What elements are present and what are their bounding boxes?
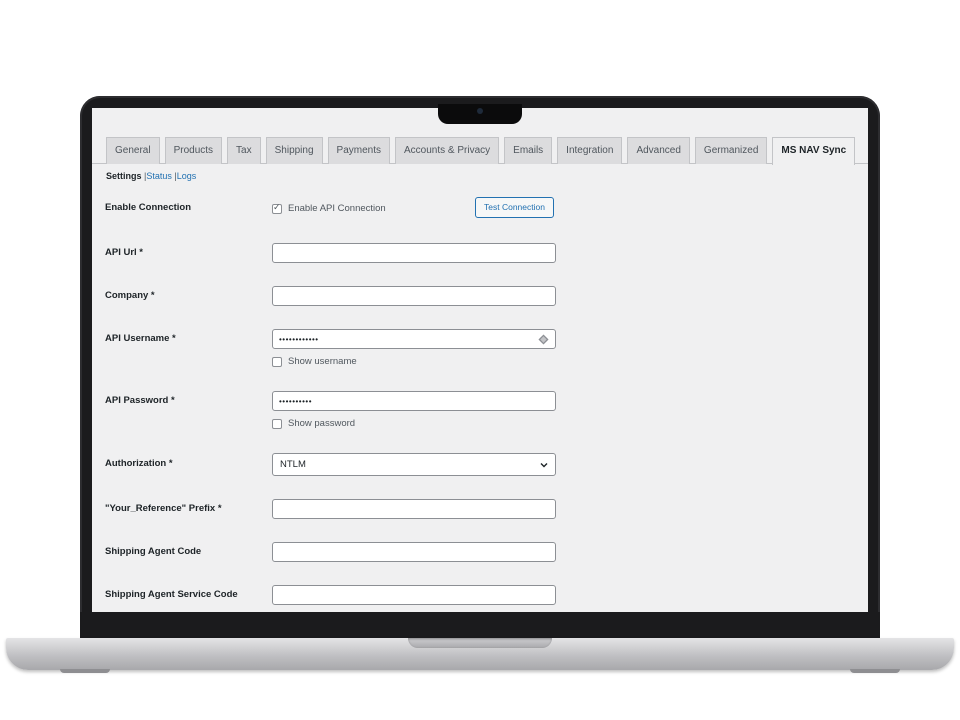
api-password-input[interactable]: •••••••••• <box>272 391 556 411</box>
shipping-agent-service-code-input[interactable] <box>272 585 556 605</box>
laptop-hinge <box>80 612 880 638</box>
tab-advanced[interactable]: Advanced <box>627 137 690 164</box>
show-username: Show username <box>272 356 357 367</box>
tab-integration[interactable]: Integration <box>557 137 623 164</box>
api-username-value: •••••••••••• <box>279 335 319 344</box>
camera-icon <box>477 108 483 114</box>
show-password-label: Show password <box>288 418 356 429</box>
tab-accounts-privacy[interactable]: Accounts & Privacy <box>395 137 500 164</box>
authorization-selected-value: NTLM <box>280 459 306 470</box>
tab-ms-nav-sync[interactable]: MS NAV Sync <box>772 137 856 165</box>
api-username-label: API Username * <box>105 333 176 344</box>
enable-api-connection-label: Enable API Connection <box>288 203 386 214</box>
sub-navigation: Settings |Status |Logs <box>106 171 196 181</box>
tab-shipping[interactable]: Shipping <box>265 137 323 164</box>
show-password: Show password <box>272 418 355 429</box>
authorization-label: Authorization * <box>105 458 173 469</box>
settings-tabs: General Products Tax Shipping Payments A… <box>106 137 856 165</box>
api-password-label: API Password * <box>105 395 175 406</box>
subnav-logs-link[interactable]: Logs <box>177 171 197 181</box>
laptop-opening-notch <box>408 638 552 648</box>
api-password-value: •••••••••• <box>279 397 313 406</box>
shipping-agent-service-code-label: Shipping Agent Service Code <box>105 589 238 600</box>
chevron-down-icon <box>540 463 548 468</box>
key-icon[interactable] <box>538 334 549 345</box>
tab-products[interactable]: Products <box>164 137 223 164</box>
show-username-checkbox[interactable] <box>272 356 282 367</box>
authorization-select[interactable]: NTLM <box>272 453 556 476</box>
laptop-foot-left <box>60 669 110 673</box>
screen: General Products Tax Shipping Payments A… <box>92 108 868 612</box>
show-username-label: Show username <box>288 356 357 367</box>
shipping-agent-code-input[interactable] <box>272 542 556 562</box>
your-reference-prefix-label: "Your_Reference" Prefix * <box>105 503 222 514</box>
subnav-status-link[interactable]: Status <box>146 171 172 181</box>
api-url-label: API Url * <box>105 247 144 258</box>
enable-api-connection-checkbox[interactable] <box>272 202 282 214</box>
company-label: Company * <box>105 290 155 301</box>
tab-tax[interactable]: Tax <box>227 137 261 164</box>
tab-emails[interactable]: Emails <box>504 137 553 164</box>
subnav-settings[interactable]: Settings <box>106 171 142 181</box>
api-username-input[interactable]: •••••••••••• <box>272 329 556 349</box>
enable-api-connection: Enable API Connection <box>272 202 386 214</box>
laptop-foot-right <box>850 669 900 673</box>
tab-payments[interactable]: Payments <box>327 137 390 164</box>
test-connection-button[interactable]: Test Connection <box>475 197 554 218</box>
shipping-agent-code-label: Shipping Agent Code <box>105 546 202 557</box>
your-reference-prefix-input[interactable] <box>272 499 556 519</box>
enable-connection-label: Enable Connection <box>105 202 192 213</box>
tab-general[interactable]: General <box>106 137 160 164</box>
tab-germanized[interactable]: Germanized <box>694 137 768 164</box>
show-password-checkbox[interactable] <box>272 418 282 429</box>
camera-notch <box>438 104 522 124</box>
api-url-input[interactable] <box>272 243 556 263</box>
company-input[interactable] <box>272 286 556 306</box>
